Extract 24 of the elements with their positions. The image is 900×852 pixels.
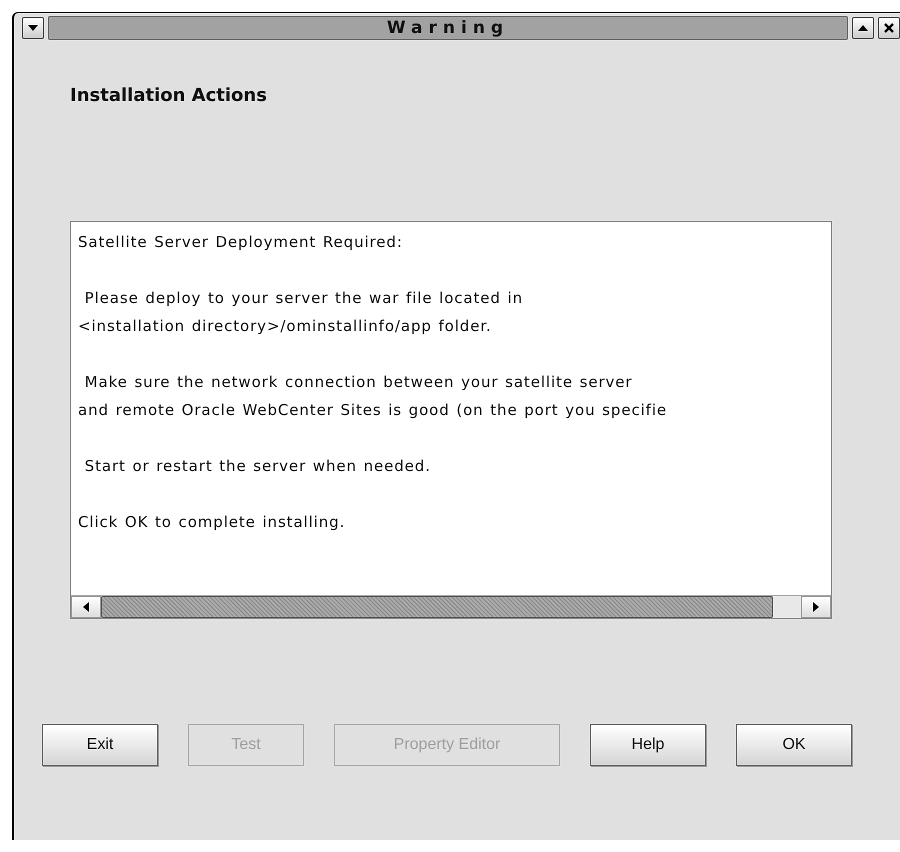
message-line: Click OK to complete installing. xyxy=(78,512,346,533)
window-title: Warning xyxy=(386,18,510,38)
close-icon xyxy=(884,23,894,33)
message-line: Start or restart the server when needed. xyxy=(84,456,432,477)
caret-up-icon xyxy=(858,25,868,31)
horizontal-scrollbar[interactable] xyxy=(71,595,831,618)
scroll-right-button[interactable] xyxy=(801,596,831,618)
message-line: and remote Oracle WebCenter Sites is good (on the port you specifie xyxy=(78,400,668,421)
message-line: Make sure the network connection between your satellite server xyxy=(84,372,634,393)
message-line: Please deploy to your server the war file located in xyxy=(84,288,524,309)
scrollbar-thumb[interactable] xyxy=(101,596,773,618)
window-menu-button[interactable] xyxy=(22,17,44,39)
dialog-button[interactable]: Help xyxy=(590,724,706,766)
message-line: Satellite Server Deployment Required: xyxy=(78,232,404,253)
message-line: <installation directory>/ominstallinfo/app folder. xyxy=(78,316,493,337)
section-heading: Installation Actions xyxy=(70,85,268,106)
dialog-button[interactable]: Exit xyxy=(42,724,158,766)
dialog-button[interactable]: OK xyxy=(736,724,852,766)
caret-down-icon xyxy=(28,25,38,31)
right-arrow-icon xyxy=(813,602,819,612)
close-button[interactable] xyxy=(878,17,900,39)
scroll-left-button[interactable] xyxy=(71,596,101,618)
maximize-button[interactable] xyxy=(852,17,874,39)
left-arrow-icon xyxy=(83,602,89,612)
